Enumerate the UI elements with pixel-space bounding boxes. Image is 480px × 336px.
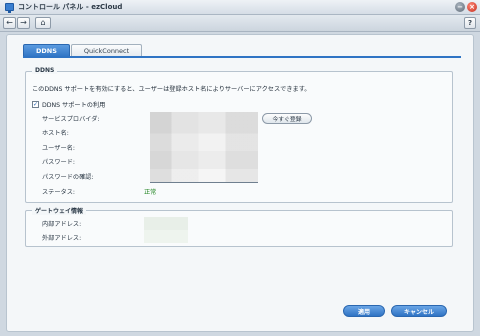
toolbar: ← → ⌂ ? bbox=[0, 15, 480, 32]
blurred-fields[interactable] bbox=[150, 112, 258, 183]
external-address-label: 外部アドレス: bbox=[42, 235, 82, 242]
gateway-group: ゲートウェイ情報 内部アドレス: 外部アドレス: bbox=[25, 206, 453, 247]
ddns-enable-label: DDNS サポートの利用 bbox=[42, 102, 106, 109]
tab-underline bbox=[23, 56, 461, 58]
minimize-button[interactable]: − bbox=[455, 2, 465, 12]
back-button[interactable]: ← bbox=[3, 17, 16, 29]
status-label: ステータス: bbox=[42, 189, 76, 196]
status-value: 正常 bbox=[144, 189, 157, 196]
ddns-enable-checkbox[interactable]: ✓ bbox=[32, 101, 39, 108]
window-title: コントロール パネル - ezCloud bbox=[18, 3, 123, 11]
title-bar: コントロール パネル - ezCloud − × bbox=[0, 0, 480, 15]
blurred-addresses bbox=[144, 217, 188, 243]
close-button[interactable]: × bbox=[467, 2, 477, 12]
main-panel: DDNS QuickConnect DDNS このDDNS サポートを有効にする… bbox=[6, 34, 474, 332]
ddns-enable-row[interactable]: ✓ DDNS サポートの利用 bbox=[32, 100, 105, 109]
ddns-description: このDDNS サポートを有効にすると、ユーザーは登録ホスト名によりサーバーにアク… bbox=[32, 86, 311, 93]
provider-label: サービスプロバイダ: bbox=[42, 116, 100, 123]
internal-address-label: 内部アドレス: bbox=[42, 221, 82, 228]
cancel-button[interactable]: キャンセル bbox=[391, 305, 447, 317]
username-label: ユーザー名: bbox=[42, 145, 75, 152]
ddns-legend: DDNS bbox=[32, 67, 58, 74]
gateway-legend: ゲートウェイ情報 bbox=[32, 206, 87, 215]
forward-button[interactable]: → bbox=[17, 17, 30, 29]
home-button[interactable]: ⌂ bbox=[35, 17, 51, 29]
hostname-label: ホスト名: bbox=[42, 130, 69, 137]
password-label: パスワード: bbox=[42, 159, 76, 166]
field-underline bbox=[150, 182, 258, 183]
help-button[interactable]: ? bbox=[464, 17, 476, 29]
password-confirm-label: パスワードの確認: bbox=[42, 174, 94, 181]
apply-button[interactable]: 適用 bbox=[343, 305, 385, 317]
ddns-group: DDNS このDDNS サポートを有効にすると、ユーザーは登録ホスト名によりサー… bbox=[25, 67, 453, 203]
control-panel-icon bbox=[5, 3, 14, 13]
update-now-button[interactable]: 今すぐ登録 bbox=[262, 113, 312, 124]
